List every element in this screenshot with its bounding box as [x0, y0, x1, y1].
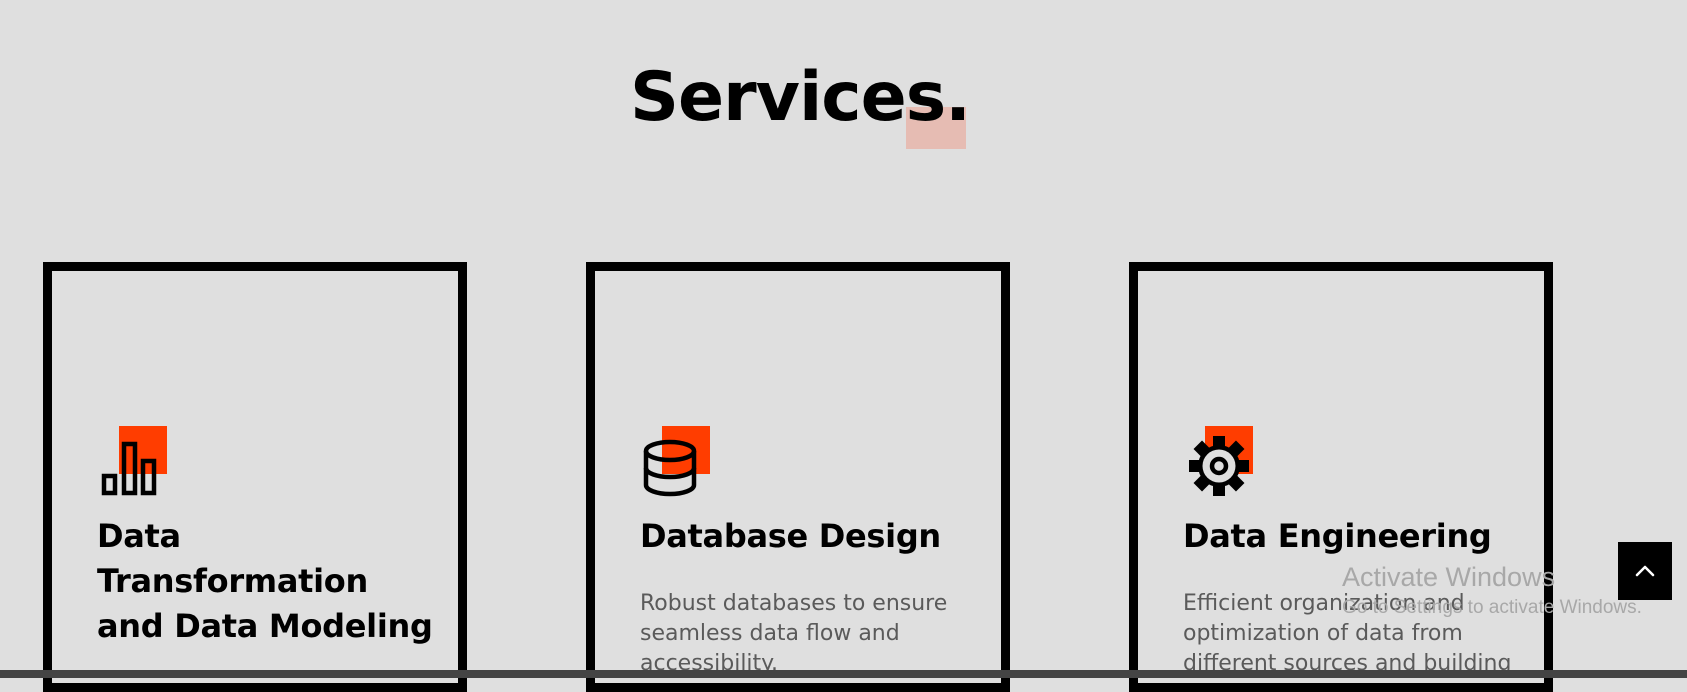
service-title: Data Engineering — [1183, 517, 1492, 555]
icon-container — [1183, 426, 1258, 501]
window-bottom-edge — [0, 670, 1687, 678]
chevron-up-icon — [1635, 565, 1655, 577]
service-card-database-design: Database Design Robust databases to ensu… — [586, 262, 1010, 692]
scroll-to-top-button[interactable] — [1618, 542, 1672, 600]
service-title: Data Transformation and Data Modeling — [97, 517, 433, 645]
service-card-data-engineering: Data Engineering Efficient organization … — [1129, 262, 1553, 692]
service-description: Robust databases to ensure seamless data… — [640, 591, 948, 676]
gear-icon — [1189, 436, 1249, 496]
database-icon — [643, 439, 697, 497]
icon-container — [97, 426, 172, 501]
service-title: Database Design — [640, 517, 941, 555]
icon-container — [640, 426, 715, 501]
service-card-data-transformation: Data Transformation and Data Modeling — [43, 262, 467, 692]
service-description: Efficient organization and optimization … — [1183, 591, 1512, 676]
bar-chart-icon — [101, 441, 157, 496]
section-title: Services. — [630, 58, 971, 137]
